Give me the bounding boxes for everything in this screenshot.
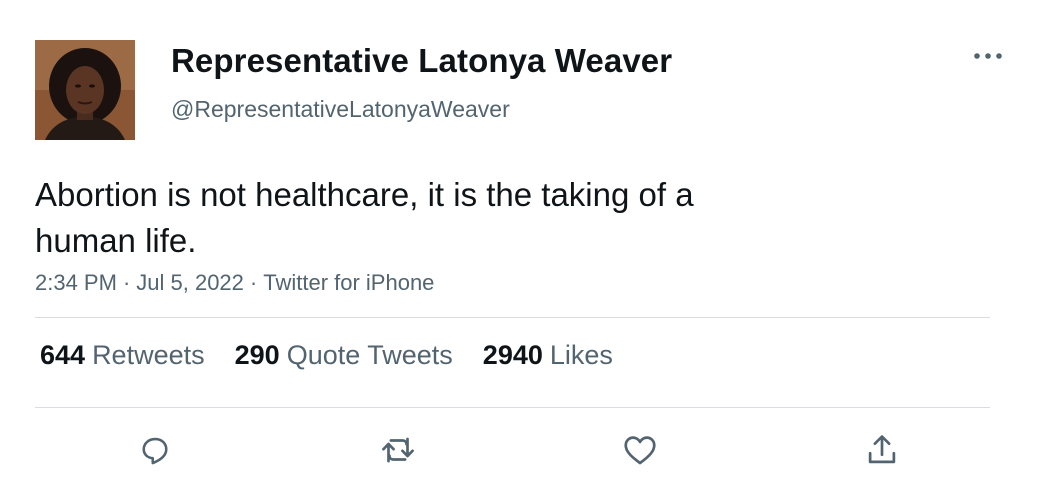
quote-tweets-count: 290 [234, 340, 280, 370]
tweet-card: Representative Latonya Weaver @Represent… [0, 0, 1050, 480]
meta-separator: · [122, 270, 131, 295]
share-icon[interactable] [862, 430, 902, 470]
retweets-label: Retweets [92, 340, 205, 370]
more-icon[interactable] [968, 38, 1008, 74]
retweets-count: 644 [40, 340, 86, 370]
tweet-stats: 644 Retweets 290 Quote Tweets 2940 Likes [40, 340, 613, 371]
avatar-image [35, 40, 135, 140]
divider [35, 317, 990, 318]
likes-label: Likes [549, 340, 613, 370]
likes-stat[interactable]: 2940 Likes [483, 340, 613, 371]
divider [35, 407, 990, 408]
user-handle[interactable]: @RepresentativeLatonyaWeaver [171, 96, 510, 123]
display-name[interactable]: Representative Latonya Weaver [171, 42, 672, 80]
meta-separator: · [249, 270, 258, 295]
quote-tweets-label: Quote Tweets [286, 340, 453, 370]
likes-count: 2940 [482, 340, 543, 370]
tweet-meta: 2:34 PM · Jul 5, 2022 · Twitter for iPhone [35, 270, 434, 296]
retweet-icon[interactable] [378, 430, 418, 470]
tweet-text-line: Abortion is not healthcare, it is the ta… [35, 176, 694, 213]
tweet-source[interactable]: Twitter for iPhone [263, 270, 434, 295]
tweet-text-line: human life. [35, 222, 197, 259]
retweets-stat[interactable]: 644 Retweets [40, 340, 205, 371]
tweet-time[interactable]: 2:34 PM [35, 270, 117, 295]
tweet-text: Abortion is not healthcare, it is the ta… [35, 172, 795, 264]
quote-tweets-stat[interactable]: 290 Quote Tweets [235, 340, 453, 371]
avatar[interactable] [35, 40, 135, 140]
tweet-date[interactable]: Jul 5, 2022 [136, 270, 244, 295]
like-icon[interactable] [620, 430, 660, 470]
reply-icon[interactable] [135, 430, 175, 470]
